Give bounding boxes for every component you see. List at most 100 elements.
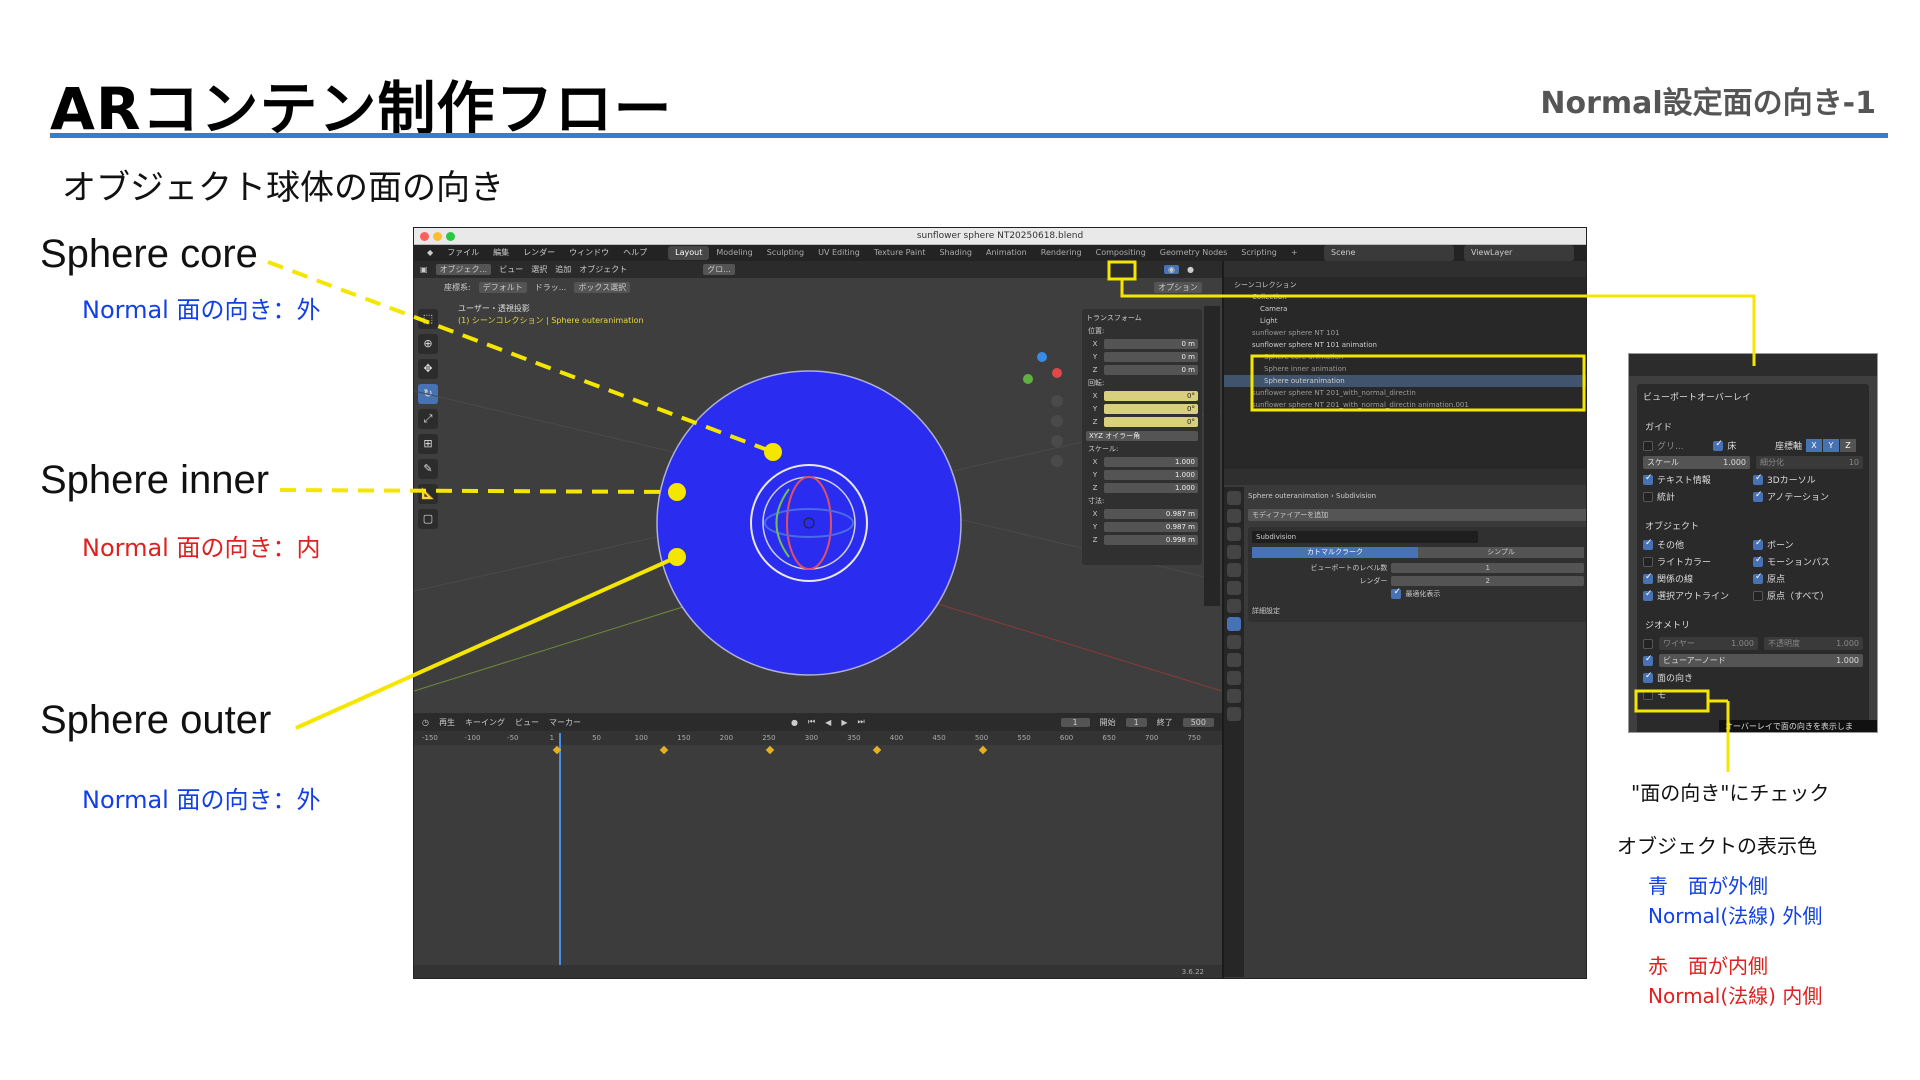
tab-animation[interactable]: Animation bbox=[979, 246, 1034, 260]
3d-cursor-checkbox[interactable] bbox=[1753, 473, 1763, 485]
motion-paths-checkbox[interactable] bbox=[1753, 555, 1763, 567]
outliner[interactable]: シーンコレクション Collection Camera Light sunflo… bbox=[1222, 261, 1586, 469]
playback-menu[interactable]: 再生 bbox=[439, 717, 455, 728]
annotations-checkbox[interactable] bbox=[1753, 490, 1763, 502]
end-frame-field[interactable]: 500 bbox=[1182, 717, 1214, 727]
axis-y-toggle[interactable]: Y bbox=[1823, 439, 1839, 452]
light-colors-checkbox[interactable] bbox=[1643, 556, 1653, 567]
scene-tab-icon[interactable] bbox=[1227, 563, 1241, 577]
timeline-body[interactable] bbox=[414, 745, 1222, 965]
simple-button[interactable]: シンプル bbox=[1418, 547, 1584, 558]
tab-modeling[interactable]: Modeling bbox=[709, 246, 759, 260]
physics-tab-icon[interactable] bbox=[1227, 653, 1241, 667]
current-frame-field[interactable]: 1 bbox=[1060, 717, 1090, 727]
dimension-y-field[interactable]: 0.987 m bbox=[1104, 521, 1198, 532]
origins-all-checkbox[interactable] bbox=[1753, 590, 1763, 601]
text-info-checkbox[interactable] bbox=[1643, 473, 1653, 485]
location-y-field[interactable]: 0 m bbox=[1104, 351, 1198, 362]
wireframe-checkbox[interactable] bbox=[1643, 638, 1653, 649]
start-frame-field[interactable]: 1 bbox=[1125, 717, 1147, 727]
tab-texture-paint[interactable]: Texture Paint bbox=[867, 246, 933, 260]
nav-gizmo-y[interactable] bbox=[1023, 374, 1033, 384]
advanced-section[interactable]: 詳細設定 bbox=[1252, 606, 1280, 616]
outline-selected-checkbox[interactable] bbox=[1643, 589, 1653, 601]
nav-gizmo-x[interactable] bbox=[1052, 368, 1062, 378]
particles-tab-icon[interactable] bbox=[1227, 635, 1241, 649]
object-tab-icon[interactable] bbox=[1227, 599, 1241, 613]
output-tab-icon[interactable] bbox=[1227, 527, 1241, 541]
tab-shading[interactable]: Shading bbox=[932, 246, 979, 260]
scale-z-field[interactable]: 1.000 bbox=[1104, 482, 1198, 493]
opacity-field[interactable]: 不透明度 1.000 bbox=[1764, 637, 1863, 650]
motion-tracking-checkbox[interactable] bbox=[1643, 689, 1653, 700]
sphere-outer[interactable] bbox=[656, 370, 962, 676]
floor-checkbox[interactable] bbox=[1713, 439, 1724, 451]
add-modifier-dropdown[interactable]: モディファイアーを追加 bbox=[1248, 509, 1586, 521]
outliner-row-sphere-core[interactable]: Sphere core animation bbox=[1224, 351, 1586, 363]
tab-uv-editing[interactable]: UV Editing bbox=[811, 246, 867, 260]
outliner-row-sphere-outer[interactable]: Sphere outeranimation bbox=[1224, 375, 1586, 387]
tab-sculpting[interactable]: Sculpting bbox=[760, 246, 811, 260]
tab-scripting[interactable]: Scripting bbox=[1234, 246, 1284, 260]
grid-checkbox[interactable] bbox=[1643, 440, 1653, 451]
clock-icon[interactable]: ◷ bbox=[422, 718, 429, 727]
tool-tab-icon[interactable] bbox=[1227, 491, 1241, 505]
outliner-row-nt201-animation[interactable]: sunflower sphere NT 201_with_normal_dire… bbox=[1224, 399, 1586, 411]
modifier-name-field[interactable]: Subdivision bbox=[1252, 531, 1478, 543]
jump-end-icon[interactable]: ⏭ bbox=[857, 717, 864, 727]
outliner-row-light[interactable]: Light bbox=[1224, 315, 1586, 327]
axis-z-toggle[interactable]: Z bbox=[1840, 439, 1856, 452]
render-levels-field[interactable]: 2 bbox=[1391, 575, 1584, 586]
wireframe-field[interactable]: ワイヤー 1.000 bbox=[1659, 637, 1758, 650]
scale-y-field[interactable]: 1.000 bbox=[1104, 469, 1198, 480]
tab-geometry-nodes[interactable]: Geometry Nodes bbox=[1153, 246, 1234, 260]
levels-viewport-field[interactable]: 1 bbox=[1391, 562, 1584, 573]
optimal-display-checkbox[interactable] bbox=[1391, 587, 1402, 599]
rotation-z-field[interactable]: 0° bbox=[1104, 416, 1198, 427]
grid-scale-field[interactable]: スケール 1.000 bbox=[1643, 456, 1750, 469]
minimize-window-button[interactable] bbox=[433, 232, 442, 241]
properties-editor[interactable]: Sphere outeranimation › Subdivision モディフ… bbox=[1222, 469, 1586, 978]
view-layer-tab-icon[interactable] bbox=[1227, 545, 1241, 559]
jump-start-icon[interactable]: ⏮ bbox=[808, 717, 815, 727]
nav-gizmo-z[interactable] bbox=[1037, 352, 1047, 362]
outliner-row-sphere-inner[interactable]: Sphere inner animation bbox=[1224, 363, 1586, 375]
bones-checkbox[interactable] bbox=[1753, 538, 1763, 550]
menu-render[interactable]: レンダー bbox=[516, 245, 562, 261]
origins-checkbox[interactable] bbox=[1753, 572, 1763, 584]
play-reverse-icon[interactable]: ◀ bbox=[825, 718, 831, 727]
add-workspace-button[interactable]: + bbox=[1284, 246, 1305, 260]
timeline-view-menu[interactable]: ビュー bbox=[515, 717, 539, 728]
location-x-field[interactable]: 0 m bbox=[1104, 338, 1198, 349]
menu-help[interactable]: ヘルプ bbox=[616, 245, 654, 261]
material-tab-icon[interactable] bbox=[1227, 707, 1241, 721]
pan-icon[interactable] bbox=[1051, 415, 1063, 427]
outliner-row-nt101-animation[interactable]: sunflower sphere NT 101 animation bbox=[1224, 339, 1586, 351]
catmull-clark-button[interactable]: カトマルクラーク bbox=[1252, 547, 1418, 558]
outliner-row-nt201[interactable]: sunflower sphere NT 201_with_normal_dire… bbox=[1224, 387, 1586, 399]
play-icon[interactable]: ▶ bbox=[841, 718, 847, 727]
dimension-z-field[interactable]: 0.998 m bbox=[1104, 534, 1198, 545]
outliner-root[interactable]: シーンコレクション bbox=[1224, 279, 1586, 291]
statistics-checkbox[interactable] bbox=[1643, 491, 1653, 502]
axis-x-toggle[interactable]: X bbox=[1806, 439, 1822, 452]
constraints-tab-icon[interactable] bbox=[1227, 671, 1241, 685]
world-tab-icon[interactable] bbox=[1227, 581, 1241, 595]
scale-x-field[interactable]: 1.000 bbox=[1104, 456, 1198, 467]
close-window-button[interactable] bbox=[420, 232, 429, 241]
ortho-toggle-icon[interactable] bbox=[1051, 455, 1063, 467]
timeline-editor[interactable]: ◷ 再生 キーイング ビュー マーカー ● ⏮ ◀ ▶ ⏭ 1 開始 1 終了 … bbox=[414, 713, 1222, 978]
viewer-node-checkbox[interactable] bbox=[1643, 654, 1653, 666]
data-tab-icon[interactable] bbox=[1227, 689, 1241, 703]
blender-logo-icon[interactable]: ◆ bbox=[420, 245, 440, 261]
record-icon[interactable]: ● bbox=[791, 718, 798, 727]
menu-window[interactable]: ウィンドウ bbox=[562, 245, 616, 261]
tab-layout[interactable]: Layout bbox=[668, 246, 710, 260]
outliner-row-collection[interactable]: Collection bbox=[1224, 291, 1586, 303]
outliner-row-nt101[interactable]: sunflower sphere NT 101 bbox=[1224, 327, 1586, 339]
scene-selector[interactable]: Scene bbox=[1324, 245, 1454, 261]
keying-menu[interactable]: キーイング bbox=[465, 717, 505, 728]
view-layer-selector[interactable]: ViewLayer bbox=[1464, 245, 1574, 261]
face-orientation-checkbox[interactable] bbox=[1643, 671, 1653, 683]
frame-ruler[interactable]: -150 -100 -50 1 50 100 150 200 250 300 350 400 450 50… bbox=[414, 733, 1222, 745]
